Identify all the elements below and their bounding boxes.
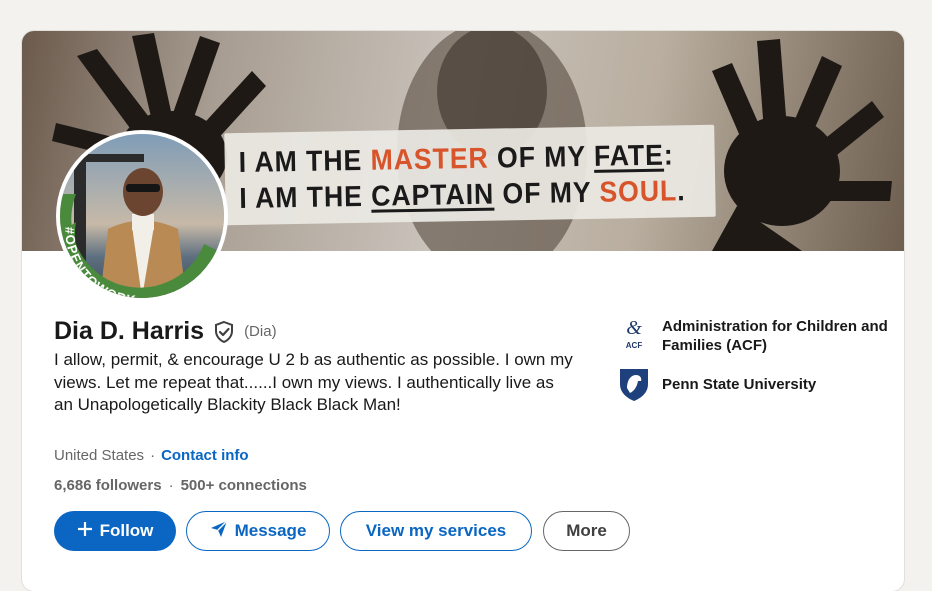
services-label: View my services bbox=[365, 521, 507, 540]
send-icon bbox=[210, 519, 228, 543]
plus-icon bbox=[77, 521, 93, 542]
quote-line-2: I AM THE CAPTAIN OF MY SOUL. bbox=[239, 175, 686, 216]
quote-line-1: I AM THE MASTER OF MY FATE: bbox=[238, 139, 674, 180]
pronouns: (Dia) bbox=[244, 323, 277, 340]
svg-text:&: & bbox=[626, 317, 642, 339]
profile-photo: #OPENTOWORK bbox=[60, 134, 224, 298]
network-stats: 6,686 followers · 500+ connections bbox=[54, 477, 307, 494]
org-name: Administration for Children and Families… bbox=[662, 318, 888, 354]
acf-logo-icon: & ACF bbox=[616, 317, 652, 353]
org-item-acf[interactable]: & ACF Administration for Children and Fa… bbox=[616, 317, 892, 355]
location: United States bbox=[54, 447, 145, 464]
profile-headline: I allow, permit, & encourage U 2 b as au… bbox=[54, 350, 573, 414]
org-item-penn-state[interactable]: Penn State University bbox=[616, 366, 892, 402]
separator: · bbox=[168, 477, 174, 494]
profile-card: I AM THE MASTER OF MY FATE: I AM THE CAP… bbox=[22, 31, 904, 591]
verified-shield-icon[interactable] bbox=[212, 320, 236, 344]
avatar[interactable]: #OPENTOWORK bbox=[56, 130, 228, 302]
message-button[interactable]: Message bbox=[186, 511, 330, 551]
follow-button[interactable]: Follow bbox=[54, 511, 176, 551]
org-name: Penn State University bbox=[662, 376, 817, 393]
view-services-button[interactable]: View my services bbox=[340, 511, 532, 551]
svg-text:ACF: ACF bbox=[626, 341, 643, 350]
followers-count[interactable]: 6,686 followers bbox=[54, 477, 162, 494]
name-row: Dia D. Harris (Dia) bbox=[54, 317, 277, 346]
message-label: Message bbox=[234, 521, 307, 540]
nittany-lion-shield-icon bbox=[616, 366, 652, 402]
contact-info-link[interactable]: Contact info bbox=[161, 447, 249, 464]
location-row: United States · Contact info bbox=[54, 447, 249, 464]
open-to-work-badge: #OPENTOWORK bbox=[62, 227, 137, 298]
more-button[interactable]: More bbox=[543, 511, 630, 551]
connections-count[interactable]: 500+ connections bbox=[181, 477, 307, 494]
banner-quote: I AM THE MASTER OF MY FATE: I AM THE CAP… bbox=[224, 124, 716, 226]
profile-name: Dia D. Harris bbox=[54, 317, 205, 345]
more-label: More bbox=[566, 521, 607, 540]
follow-label: Follow bbox=[99, 521, 154, 540]
separator: · bbox=[150, 447, 156, 464]
